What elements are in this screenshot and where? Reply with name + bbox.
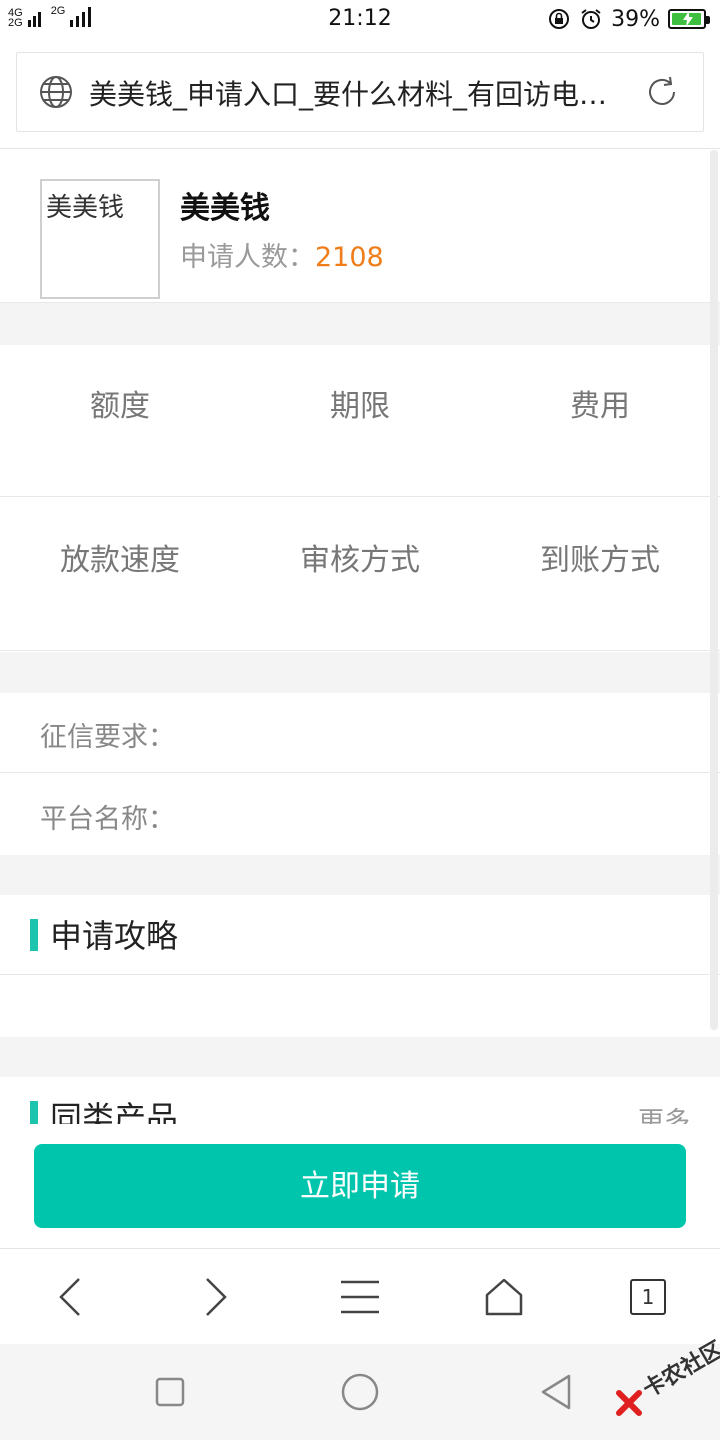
triangle-back-icon	[541, 1374, 571, 1410]
attribute-amount: 额度	[90, 389, 150, 424]
menu-button[interactable]	[336, 1273, 384, 1321]
product-name: 美美钱	[180, 191, 270, 226]
menu-icon	[341, 1280, 379, 1314]
alarm-icon	[581, 9, 601, 29]
attribute-payout-method: 到账方式	[540, 543, 660, 578]
apply-button-area: 立即申请	[0, 1124, 720, 1248]
status-bar: 4G 2G 2G 21:12 39%	[0, 0, 720, 40]
home-button[interactable]	[480, 1273, 528, 1321]
tabs-button[interactable]: 1	[624, 1273, 672, 1321]
rotation-lock-icon	[549, 9, 570, 29]
chevron-right-icon	[206, 1278, 227, 1316]
attribute-disbursement-speed: 放款速度	[60, 543, 180, 578]
application-guide-section: 申请攻略	[0, 895, 720, 1037]
browser-toolbar: 1	[0, 1248, 720, 1344]
back-button[interactable]	[46, 1273, 94, 1321]
page-content[interactable]: 美美钱 美美钱 申请人数：2108 额度 期限 费用 放款速度 审核方式 到账方…	[0, 148, 720, 1124]
watermark: 卡农社区	[612, 1337, 720, 1422]
credit-requirement-row: 征信要求：	[0, 693, 720, 773]
applicants-info: 申请人数：2108	[180, 235, 384, 274]
more-link[interactable]: 更多	[638, 1101, 690, 1124]
application-guide-header: 申请攻略	[0, 895, 720, 975]
system-back-button[interactable]	[536, 1372, 576, 1412]
square-icon	[155, 1377, 185, 1407]
product-logo-text: 美美钱	[46, 193, 125, 223]
attribute-review-method: 审核方式	[300, 543, 420, 578]
status-icons: 39%	[547, 5, 710, 33]
info-panel: 征信要求： 平台名称：	[0, 693, 720, 855]
similar-products-title: 同类产品	[50, 1099, 179, 1124]
applicants-label: 申请人数：	[180, 242, 315, 273]
battery-icon	[668, 9, 710, 29]
home-icon	[485, 1278, 523, 1316]
attributes-row-1: 额度 期限 费用	[0, 345, 720, 497]
similar-products-section: 同类产品 更多	[0, 1077, 720, 1124]
product-attributes-grid: 额度 期限 费用 放款速度 审核方式 到账方式	[0, 345, 720, 652]
battery-percent: 39%	[611, 6, 660, 32]
charging-bolt-icon	[683, 11, 693, 27]
attribute-fee: 费用	[570, 389, 630, 424]
section-accent-bar	[30, 919, 38, 951]
chevron-left-icon	[59, 1278, 80, 1316]
globe-icon	[40, 76, 72, 108]
address-bar[interactable]: 美美钱_申请入口_要什么材料_有回访电话…	[16, 52, 704, 132]
reload-icon[interactable]	[643, 73, 681, 111]
application-guide-title: 申请攻略	[50, 917, 179, 955]
attributes-row-2: 放款速度 审核方式 到账方式	[0, 499, 720, 651]
watermark-logo-icon	[616, 1390, 642, 1416]
recent-apps-button[interactable]	[150, 1372, 190, 1412]
system-home-button[interactable]	[340, 1372, 380, 1412]
applicants-count: 2108	[315, 242, 384, 273]
product-card: 美美钱 美美钱 申请人数：2108	[0, 149, 720, 303]
platform-name-row: 平台名称：	[40, 804, 175, 835]
apply-now-button[interactable]: 立即申请	[34, 1144, 686, 1228]
attribute-term: 期限	[330, 389, 390, 424]
page-title-in-address-bar[interactable]: 美美钱_申请入口_要什么材料_有回访电话…	[89, 73, 629, 113]
tab-count: 1	[630, 1279, 666, 1315]
product-logo: 美美钱	[40, 179, 160, 299]
page-scrollbar[interactable]	[710, 150, 718, 1030]
similar-products-header: 同类产品 更多	[0, 1077, 720, 1124]
forward-button[interactable]	[192, 1273, 240, 1321]
section-accent-bar	[30, 1101, 38, 1124]
circle-icon	[341, 1373, 379, 1411]
